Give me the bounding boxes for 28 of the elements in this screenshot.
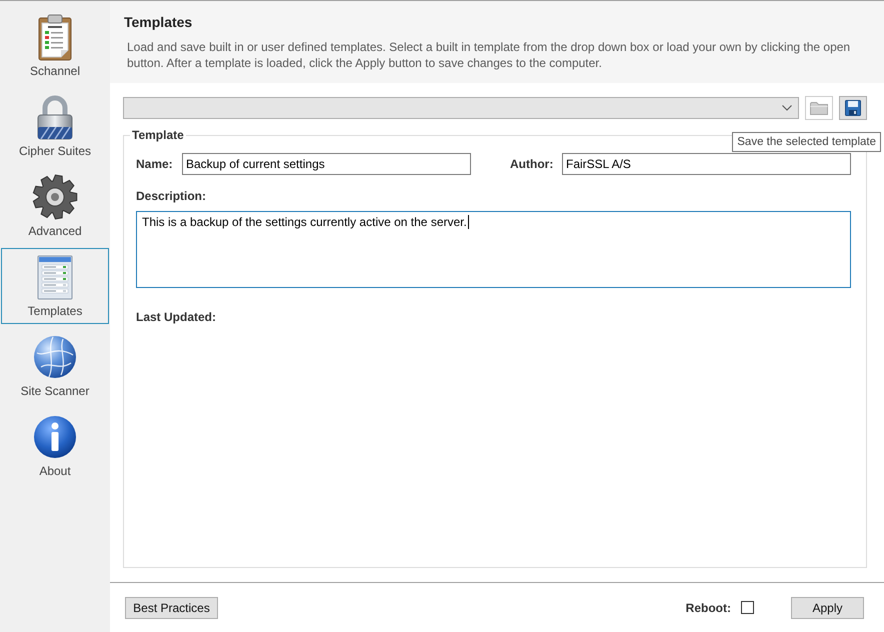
sidebar-item[interactable]: Advanced <box>1 168 109 244</box>
info-icon <box>31 413 79 461</box>
page-title: Templates <box>124 13 194 31</box>
save-button[interactable] <box>839 96 867 120</box>
field-label: Name: <box>136 157 174 171</box>
sidebar-item[interactable]: Templates <box>1 248 109 324</box>
page-description: Load and save built in or user defined templates. Select a built in template from the drop down box or load your own by clicking the open button. After a template is loaded, click the Apply button to save changes to the computer. <box>126 39 852 71</box>
gear-icon <box>31 173 79 221</box>
tooltip: Save the selected template <box>732 132 881 152</box>
apply-button[interactable]: Apply <box>791 596 864 618</box>
field-label: Last Updated: <box>136 310 218 324</box>
author-field[interactable]: FairSSL A/S <box>562 153 851 175</box>
sidebar-item[interactable]: Cipher Suites <box>1 88 109 164</box>
chevron-down-icon <box>782 105 792 111</box>
field-label: Description: <box>136 189 208 203</box>
sidebar-item[interactable]: About <box>1 408 109 484</box>
best-practices-button[interactable]: Best Practices <box>125 596 218 618</box>
reboot-label: Reboot: <box>686 600 731 614</box>
field-label: Author: <box>510 157 554 171</box>
reboot-checkbox[interactable] <box>741 601 754 614</box>
text-cursor-icon <box>468 215 469 229</box>
sidebar-item[interactable]: Schannel <box>1 8 109 84</box>
name-field[interactable]: Backup of current settings <box>182 153 471 175</box>
globe-icon <box>31 333 79 381</box>
group-title: Template <box>131 128 185 142</box>
sidebar-item[interactable]: Site Scanner <box>1 328 109 404</box>
description-field[interactable]: This is a backup of the settings currently active on the server. <box>136 211 851 288</box>
folder-icon <box>810 101 828 115</box>
